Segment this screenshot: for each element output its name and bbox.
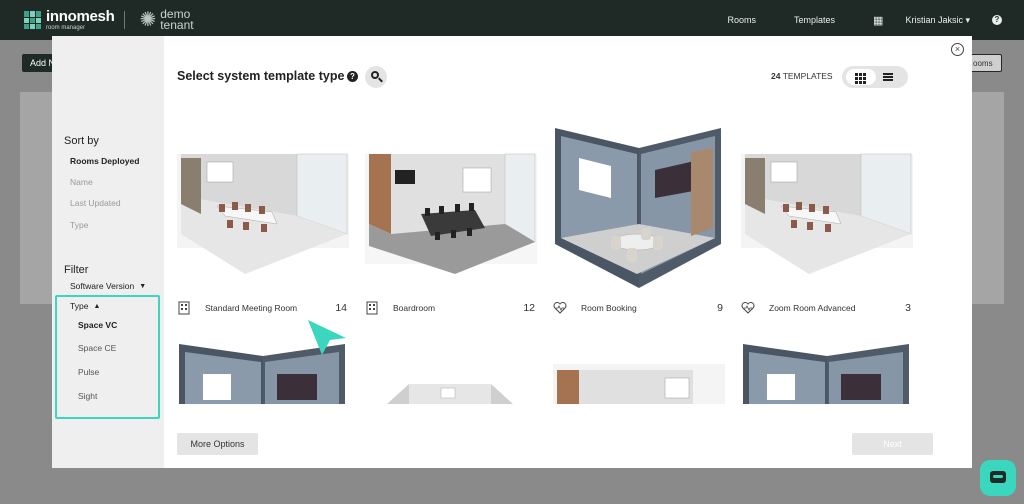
template-card-row2-2[interactable] [365,338,537,404]
template-name: Standard Meeting Room [205,303,298,313]
filter-sidebar: Sort by Rooms Deployed Name Last Updated… [52,36,164,468]
nav-rooms[interactable]: Rooms [728,15,757,25]
heartbeat-icon [553,302,567,314]
logo-divider [124,11,126,30]
sort-heading: Sort by [64,135,99,147]
sort-name[interactable]: Name [70,177,93,187]
template-count: 14 [335,302,347,314]
tenant-name: demo tenant [160,7,194,33]
template-modal: Sort by Rooms Deployed Name Last Updated… [52,36,972,468]
tenant-gear-icon: ✺ [139,9,157,32]
sort-type[interactable]: Type [70,220,88,230]
room-render [741,153,913,274]
template-name: Zoom Room Advanced [769,303,856,313]
sort-rooms-deployed[interactable]: Rooms Deployed [70,156,139,166]
heartbeat-icon [741,302,755,314]
question-icon[interactable]: ? [347,71,358,82]
sort-last-updated[interactable]: Last Updated [70,198,121,208]
type-pulse[interactable]: Pulse [78,367,99,377]
brand-name: innomesh [46,8,115,26]
view-toggle [842,66,908,88]
room-render [177,153,349,274]
room-render [555,128,721,288]
type-filter-highlight [55,295,160,419]
templates-count: 24 TEMPLATES [771,71,833,81]
modal-title: Select system template type [177,69,345,83]
list-view-icon[interactable] [883,73,893,81]
close-icon[interactable]: × [951,43,964,56]
templates-count-number: 24 [771,71,781,81]
filter-software-version[interactable]: Software Version ▼ [70,281,146,291]
filter-type[interactable]: Type ▲ [70,301,100,311]
grid-view-icon [855,81,858,84]
search-button[interactable] [365,66,387,88]
cursor-arrow-icon [308,320,346,355]
grid-view-button[interactable] [846,69,876,85]
tenant-badge: ✺ demo tenant [139,7,200,33]
nav-templates[interactable]: Templates [794,15,835,25]
type-space-ce[interactable]: Space CE [78,343,116,353]
app-logo[interactable]: innomesh room manager ✺ demo tenant [24,7,200,33]
building-icon [366,301,378,315]
chevron-up-icon: ▲ [93,302,101,310]
type-sight[interactable]: Sight [78,391,97,401]
help-icon[interactable]: ? [992,15,1002,25]
apps-grid-icon[interactable]: ▦ [873,14,883,27]
building-icon [178,301,190,315]
template-count: 9 [717,302,723,314]
software-version-label: Software Version [70,281,135,291]
template-name: Boardroom [393,303,436,313]
type-label: Type [70,301,89,311]
template-card-row2-4[interactable] [741,338,913,404]
more-options-button[interactable]: More Options [177,433,258,455]
user-menu[interactable]: Kristian Jaksic ▾ [905,15,970,26]
top-navbar: innomesh room manager ✺ demo tenant Room… [0,0,1024,40]
brand-subtitle: room manager [46,25,86,32]
template-count: 3 [905,302,911,314]
room-render [365,153,537,274]
next-button[interactable]: Next [852,433,933,455]
template-card-row2-3[interactable] [553,338,725,404]
filter-heading: Filter [64,264,89,276]
rooms-button: ooms [968,54,1002,72]
chevron-down-icon: ▼ [139,282,147,290]
template-name: Room Booking [581,303,637,313]
nav-links: Rooms Templates ▦ Kristian Jaksic ▾ ? [728,0,1024,40]
chat-icon [990,471,1006,483]
type-space-vc[interactable]: Space VC [78,320,117,330]
chat-support-button[interactable] [980,460,1016,496]
template-count: 12 [523,302,535,314]
innomesh-logo-icon [24,11,42,30]
templates-count-label: TEMPLATES [782,71,833,81]
